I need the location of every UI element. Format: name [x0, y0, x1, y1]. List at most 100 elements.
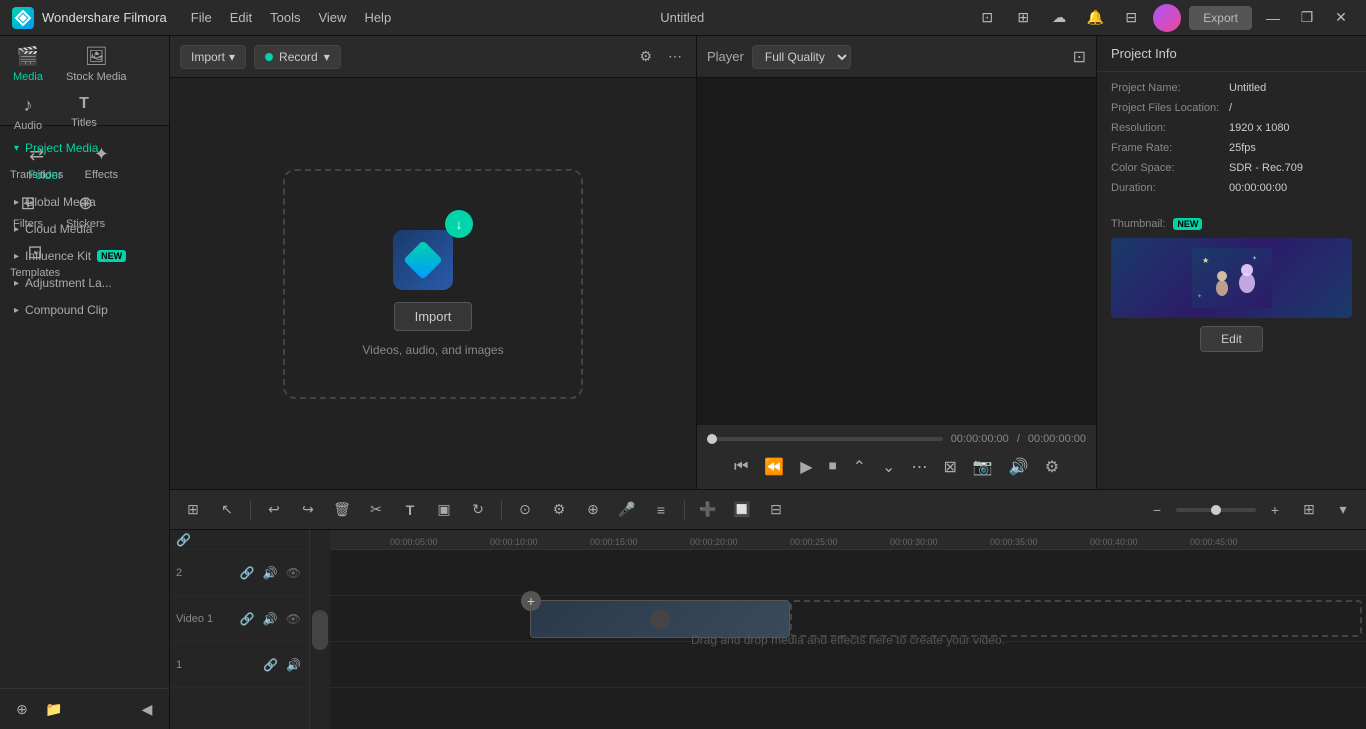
- scene-view-button[interactable]: ⊞: [178, 495, 208, 525]
- audio-button[interactable]: 🎤: [612, 495, 642, 525]
- crop-button[interactable]: ▣: [429, 495, 459, 525]
- notification-icon[interactable]: 🔔: [1081, 4, 1109, 32]
- minimize-button[interactable]: —: [1260, 5, 1286, 31]
- zoom-in-button[interactable]: +: [1260, 495, 1290, 525]
- link-button[interactable]: 🔲: [727, 495, 757, 525]
- sidebar-bottom: ⊕ 📁 ◀: [0, 688, 169, 729]
- sidebar-item-folder[interactable]: Folder: [4, 162, 165, 188]
- detach-button[interactable]: ⊟: [761, 495, 791, 525]
- track-1-visibility-icon[interactable]: 👁: [284, 610, 303, 628]
- thumbnail-label-row: Thumbnail: NEW: [1111, 218, 1352, 230]
- volume-button[interactable]: 🔊: [1005, 453, 1033, 481]
- more-timeline-button[interactable]: ▾: [1328, 495, 1358, 525]
- export-button[interactable]: Export: [1189, 6, 1252, 30]
- edit-thumbnail-button[interactable]: Edit: [1200, 326, 1263, 352]
- grid-view-button[interactable]: ⊞: [1294, 495, 1324, 525]
- track-audio-lock-icon[interactable]: 🔗: [261, 656, 280, 674]
- add-clip-button[interactable]: +: [521, 591, 541, 611]
- filter-icon[interactable]: ⚙: [635, 44, 656, 69]
- restore-button[interactable]: ❐: [1294, 5, 1320, 31]
- import-dropdown-arrow: ▾: [229, 50, 235, 64]
- current-time: 00:00:00:00: [951, 433, 1009, 445]
- layout-icon[interactable]: ⊟: [1117, 4, 1145, 32]
- sidebar-item-cloud-media[interactable]: ▸ Cloud Media: [4, 216, 165, 242]
- titlebar-left: Wondershare Filmora File Edit Tools View…: [12, 7, 391, 29]
- motion-track-button[interactable]: ⚙: [544, 495, 574, 525]
- project-media-label: Project Media: [25, 141, 98, 155]
- tab-stock-media[interactable]: 🖼 Stock Media: [56, 40, 137, 89]
- import-button[interactable]: Import ▾: [180, 45, 246, 69]
- text-button[interactable]: T: [395, 495, 425, 525]
- redo-button[interactable]: ↪: [293, 495, 323, 525]
- play-button[interactable]: ▶: [796, 453, 816, 481]
- more-controls-button[interactable]: ⋯: [907, 453, 931, 481]
- split-button[interactable]: ➕: [693, 495, 723, 525]
- menu-tools[interactable]: Tools: [270, 10, 300, 25]
- track-1-lock-icon[interactable]: 🔗: [238, 610, 257, 628]
- sidebar-item-compound-clip[interactable]: ▸ Compound Clip: [4, 297, 165, 323]
- delete-button[interactable]: 🗑: [327, 495, 357, 525]
- tab-media[interactable]: 🎬 Media: [0, 40, 56, 89]
- sidebar-item-adjustment[interactable]: ▸ Adjustment La...: [4, 270, 165, 296]
- rotate-button[interactable]: ↻: [463, 495, 493, 525]
- sidebar-item-influence-kit[interactable]: ▸ Influence Kit NEW: [4, 243, 165, 269]
- cloud-upload-icon[interactable]: ☁: [1045, 4, 1073, 32]
- split-icon[interactable]: ⊞: [1009, 4, 1037, 32]
- sidebar-item-global-media[interactable]: ▸ Global Media: [4, 189, 165, 215]
- track-1-audio-icon[interactable]: 🔊: [261, 610, 280, 628]
- color-match-button[interactable]: ⊙: [510, 495, 540, 525]
- main-layout: 🎬 Media 🖼 Stock Media ♪ Audio T Titles ⇄…: [0, 36, 1366, 729]
- quality-select[interactable]: Full Quality 1/2 Quality 1/4 Quality: [752, 45, 851, 69]
- step-back-button[interactable]: ⏪: [760, 453, 788, 481]
- menu-file[interactable]: File: [191, 10, 212, 25]
- compact-icon[interactable]: ⊡: [973, 4, 1001, 32]
- menu-help[interactable]: Help: [364, 10, 391, 25]
- scene-detection-icon[interactable]: ⊡: [1073, 47, 1086, 67]
- keyframe-button[interactable]: ≡: [646, 495, 676, 525]
- ruler-mark-1000: 00:00:10:00: [490, 537, 538, 547]
- info-label-resolution: Resolution:: [1111, 122, 1221, 134]
- mark-out-button[interactable]: ⌄: [878, 453, 899, 481]
- record-button[interactable]: Record ▾: [254, 45, 341, 69]
- more-options-icon[interactable]: ⋯: [664, 44, 686, 69]
- stop-button[interactable]: ⏹: [825, 454, 841, 480]
- import-center-button[interactable]: Import: [394, 302, 473, 331]
- fullscreen-button[interactable]: ⊠: [939, 453, 960, 481]
- progress-bar[interactable]: [707, 437, 943, 441]
- add-track-button[interactable]: ⊕: [578, 495, 608, 525]
- info-label-duration: Duration:: [1111, 182, 1221, 194]
- titlebar-menu: File Edit Tools View Help: [191, 10, 391, 25]
- project-info-panel: Project Info Project Name: Untitled Proj…: [1096, 36, 1366, 489]
- avatar[interactable]: [1153, 4, 1181, 32]
- progress-handle[interactable]: [707, 434, 717, 444]
- sidebar-item-project-media[interactable]: ▾ Project Media: [4, 135, 165, 161]
- add-folder-icon[interactable]: ⊕: [8, 695, 36, 723]
- info-label-location: Project Files Location:: [1111, 102, 1221, 114]
- link-tracks-icon[interactable]: 🔗: [176, 533, 191, 547]
- track-2-visibility-icon[interactable]: 👁: [284, 564, 303, 582]
- snapshot-button[interactable]: 📷: [969, 453, 997, 481]
- cut-button[interactable]: ✂: [361, 495, 391, 525]
- zoom-slider[interactable]: [1176, 508, 1256, 512]
- media-panel: Import ▾ Record ▾ ⚙ ⋯: [170, 36, 696, 489]
- track-2-audio-icon[interactable]: 🔊: [261, 564, 280, 582]
- track-audio-volume-icon[interactable]: 🔊: [284, 656, 303, 674]
- track-2-lock-icon[interactable]: 🔗: [238, 564, 257, 582]
- ruler-mark-4500: 00:00:45:00: [1190, 537, 1238, 547]
- rewind-button[interactable]: ⏮: [730, 454, 752, 480]
- menu-view[interactable]: View: [318, 10, 346, 25]
- record-dot: [265, 53, 273, 61]
- scroll-handle[interactable]: [312, 610, 328, 650]
- folder-icon[interactable]: 📁: [40, 695, 68, 723]
- settings-button[interactable]: ⚙: [1041, 453, 1063, 481]
- undo-button[interactable]: ↩: [259, 495, 289, 525]
- zoom-out-button[interactable]: −: [1142, 495, 1172, 525]
- collapse-icon[interactable]: ◀: [133, 695, 161, 723]
- nav-tabs: 🎬 Media 🖼 Stock Media ♪ Audio T Titles ⇄…: [0, 36, 169, 126]
- drop-zone: ↓ Import Videos, audio, and images: [283, 169, 583, 399]
- influence-kit-badge: NEW: [97, 250, 126, 262]
- close-button[interactable]: ✕: [1328, 5, 1354, 31]
- menu-edit[interactable]: Edit: [230, 10, 252, 25]
- select-tool-button[interactable]: ↖: [212, 495, 242, 525]
- mark-in-button[interactable]: ⌃: [849, 453, 870, 481]
